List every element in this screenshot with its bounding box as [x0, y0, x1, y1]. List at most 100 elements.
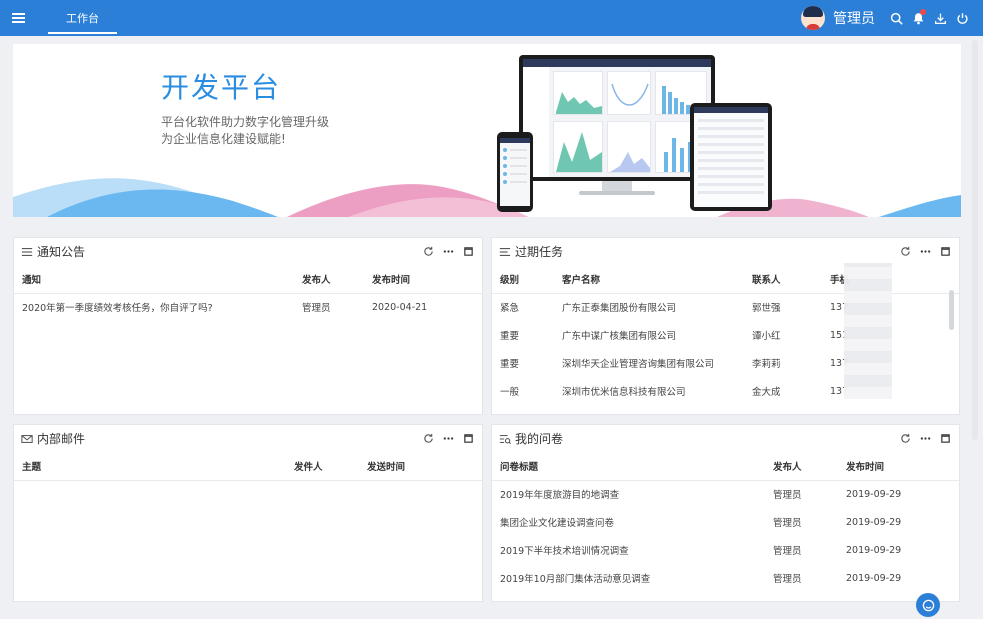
task-contact: 谭小红: [752, 331, 781, 342]
top-navbar: 工作台 管理员: [0, 0, 983, 36]
mail-panel-title: 内部邮件: [37, 432, 86, 446]
search-icon[interactable]: [885, 7, 907, 29]
monitor-stand: [602, 181, 632, 191]
task-level: 重要: [500, 331, 520, 342]
task-level: 紧急: [500, 303, 520, 315]
column-header[interactable]: 发送时间: [359, 452, 482, 481]
notice-date: 2020-04-21: [372, 301, 428, 313]
column-header[interactable]: 发件人: [286, 452, 359, 481]
mail-table: 主题 发件人 发送时间: [14, 452, 482, 481]
bell-icon[interactable]: [907, 7, 929, 29]
banner-waves: [13, 178, 961, 219]
survey-publisher: 管理员: [773, 574, 802, 585]
task-contact: 郭世强: [752, 303, 781, 315]
refresh-icon[interactable]: [899, 246, 911, 258]
mail-panel-header: 内部邮件: [14, 425, 482, 452]
refresh-icon[interactable]: [422, 246, 434, 258]
notice-panel-title: 通知公告: [37, 245, 86, 259]
survey-icon: [498, 432, 511, 445]
task-contact: 李莉莉: [752, 359, 781, 370]
survey-publisher: 管理员: [773, 546, 802, 557]
column-header[interactable]: 发布人: [765, 452, 838, 481]
task-contact: 金大成: [752, 387, 781, 398]
task-customer[interactable]: 深圳华天企业管理咨询集团有限公司: [554, 349, 744, 377]
banner-subtitle-line1: 平台化软件助力数字化管理升级: [161, 115, 330, 129]
column-header[interactable]: 级别: [492, 265, 554, 294]
phone-illustration: [497, 132, 533, 212]
more-icon[interactable]: [919, 246, 931, 258]
more-icon[interactable]: [442, 246, 454, 258]
column-header[interactable]: 发布时间: [838, 452, 959, 481]
mail-panel: 内部邮件 主题 发件人 发送时间: [13, 424, 483, 602]
maximize-icon[interactable]: [462, 433, 474, 445]
page-scrollbar[interactable]: [972, 40, 978, 440]
redacted-mosaic: [844, 263, 892, 399]
task-customer[interactable]: 广东正泰集团股份有限公司: [554, 293, 744, 321]
survey-title[interactable]: 集团企业文化建设调查问卷: [492, 508, 765, 536]
survey-date: 2019-09-29: [846, 572, 902, 584]
banner-title: 开发平台: [161, 71, 282, 104]
survey-publisher: 管理员: [773, 490, 802, 502]
notice-publisher: 管理员: [302, 303, 331, 315]
survey-date: 2019-09-29: [846, 516, 902, 528]
maximize-icon[interactable]: [462, 246, 474, 258]
username[interactable]: 管理员: [833, 8, 875, 28]
survey-panel-header: 我的问卷: [492, 425, 959, 452]
column-header[interactable]: 问卷标题: [492, 452, 765, 481]
maximize-icon[interactable]: [939, 246, 951, 258]
column-header[interactable]: 主题: [14, 452, 286, 481]
survey-date: 2019-09-29: [846, 488, 902, 500]
chat-icon: [922, 599, 934, 611]
table-row[interactable]: 2020年第一季度绩效考核任务，你自评了吗? 管理员 2020-04-21: [14, 293, 482, 321]
more-icon[interactable]: [442, 433, 454, 445]
survey-title[interactable]: 2019年年度旅游目的地调查: [492, 480, 765, 508]
survey-title[interactable]: 2019年10月部门集体活动意见调查: [492, 564, 765, 592]
monitor-base: [579, 191, 655, 195]
survey-table: 问卷标题 发布人 发布时间 2019年年度旅游目的地调查 管理员 2019-09…: [492, 452, 959, 592]
table-row[interactable]: 2019下半年技术培训情况调查 管理员 2019-09-29: [492, 536, 959, 564]
task-list-icon: [498, 245, 511, 258]
task-level: 重要: [500, 359, 520, 370]
column-header[interactable]: 通知: [14, 265, 294, 294]
tab-workbench-label: 工作台: [66, 12, 99, 25]
banner: 开发平台 平台化软件助力数字化管理升级 为企业信息化建设赋能!: [13, 44, 961, 219]
table-row[interactable]: 2019年10月部门集体活动意见调查 管理员 2019-09-29: [492, 564, 959, 592]
survey-panel: 我的问卷 问卷标题 发布人 发布时间 2019年年度旅游目的地调查 管理员 20…: [491, 424, 960, 602]
task-customer[interactable]: 深圳市优米信息科技有限公司: [554, 377, 744, 405]
task-level: 一般: [500, 387, 520, 398]
column-header[interactable]: 客户名称: [554, 265, 744, 294]
survey-title[interactable]: 2019下半年技术培训情况调查: [492, 536, 765, 564]
survey-date: 2019-09-29: [846, 544, 902, 556]
column-header[interactable]: 发布人: [294, 265, 364, 294]
hamburger-menu-icon[interactable]: [0, 0, 36, 36]
notice-panel: 通知公告 通知 发布人 发布时间 2020年第一季度绩效考核任务，你自评了吗? …: [13, 237, 483, 415]
tasks-panel-title: 过期任务: [515, 245, 564, 259]
task-customer[interactable]: 广东中谋广核集团有限公司: [554, 321, 744, 349]
survey-panel-title: 我的问卷: [515, 432, 564, 446]
survey-publisher: 管理员: [773, 518, 802, 529]
table-row[interactable]: 集团企业文化建设调查问卷 管理员 2019-09-29: [492, 508, 959, 536]
maximize-icon[interactable]: [939, 433, 951, 445]
tasks-scrollbar[interactable]: [949, 290, 954, 330]
banner-subtitle-line2: 为企业信息化建设赋能!: [161, 132, 286, 146]
mail-icon: [20, 432, 33, 445]
download-icon[interactable]: [929, 7, 951, 29]
refresh-icon[interactable]: [899, 433, 911, 445]
notice-table: 通知 发布人 发布时间 2020年第一季度绩效考核任务，你自评了吗? 管理员 2…: [14, 265, 482, 321]
tablet-illustration: [690, 103, 772, 211]
tab-workbench[interactable]: 工作台: [48, 0, 117, 36]
tasks-panel-header: 过期任务: [492, 238, 959, 265]
banner-subtitle: 平台化软件助力数字化管理升级 为企业信息化建设赋能!: [161, 114, 329, 148]
notice-subject[interactable]: 2020年第一季度绩效考核任务，你自评了吗?: [14, 293, 294, 321]
notice-panel-header: 通知公告: [14, 238, 482, 265]
column-header[interactable]: 发布时间: [364, 265, 482, 294]
more-icon[interactable]: [919, 433, 931, 445]
topbar-actions: 管理员: [801, 0, 983, 36]
avatar[interactable]: [801, 6, 825, 30]
notification-dot: [920, 9, 926, 15]
column-header[interactable]: 联系人: [744, 265, 822, 294]
refresh-icon[interactable]: [422, 433, 434, 445]
chat-button[interactable]: [916, 593, 940, 617]
table-row[interactable]: 2019年年度旅游目的地调查 管理员 2019-09-29: [492, 480, 959, 508]
power-icon[interactable]: [951, 7, 973, 29]
